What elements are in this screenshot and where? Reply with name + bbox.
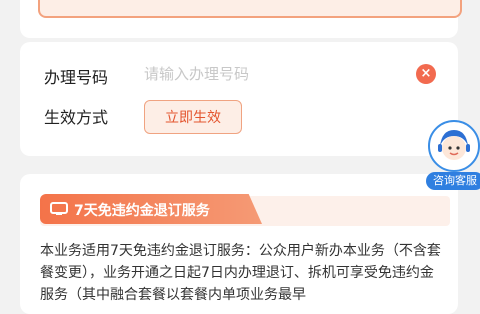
- service-title: 7天免违约金退订服务: [74, 203, 210, 219]
- customer-service-button[interactable]: 咨询客服: [426, 120, 480, 194]
- effect-label: 生效方式: [44, 108, 109, 127]
- form-card: 办理号码 × 生效方式 立即生效: [20, 42, 458, 156]
- effect-immediate-button[interactable]: 立即生效: [144, 100, 242, 134]
- number-input[interactable]: [144, 62, 394, 86]
- top-card: [20, 0, 462, 38]
- monitor-icon: [50, 202, 68, 215]
- service-info-card: 7天免违约金退订服务 本业务适用7天免违约金退订服务：公众用户新办本业务（不含套…: [20, 174, 458, 314]
- number-label: 办理号码: [44, 68, 109, 87]
- service-agent-icon: [428, 120, 480, 172]
- top-card-highlight: [38, 0, 462, 18]
- service-description: 本业务适用7天免违约金退订服务：公众用户新办本业务（不含套餐变更），业务开通之日…: [40, 243, 441, 303]
- customer-service-label: 咨询客服: [426, 172, 480, 190]
- clear-icon[interactable]: ×: [416, 64, 436, 84]
